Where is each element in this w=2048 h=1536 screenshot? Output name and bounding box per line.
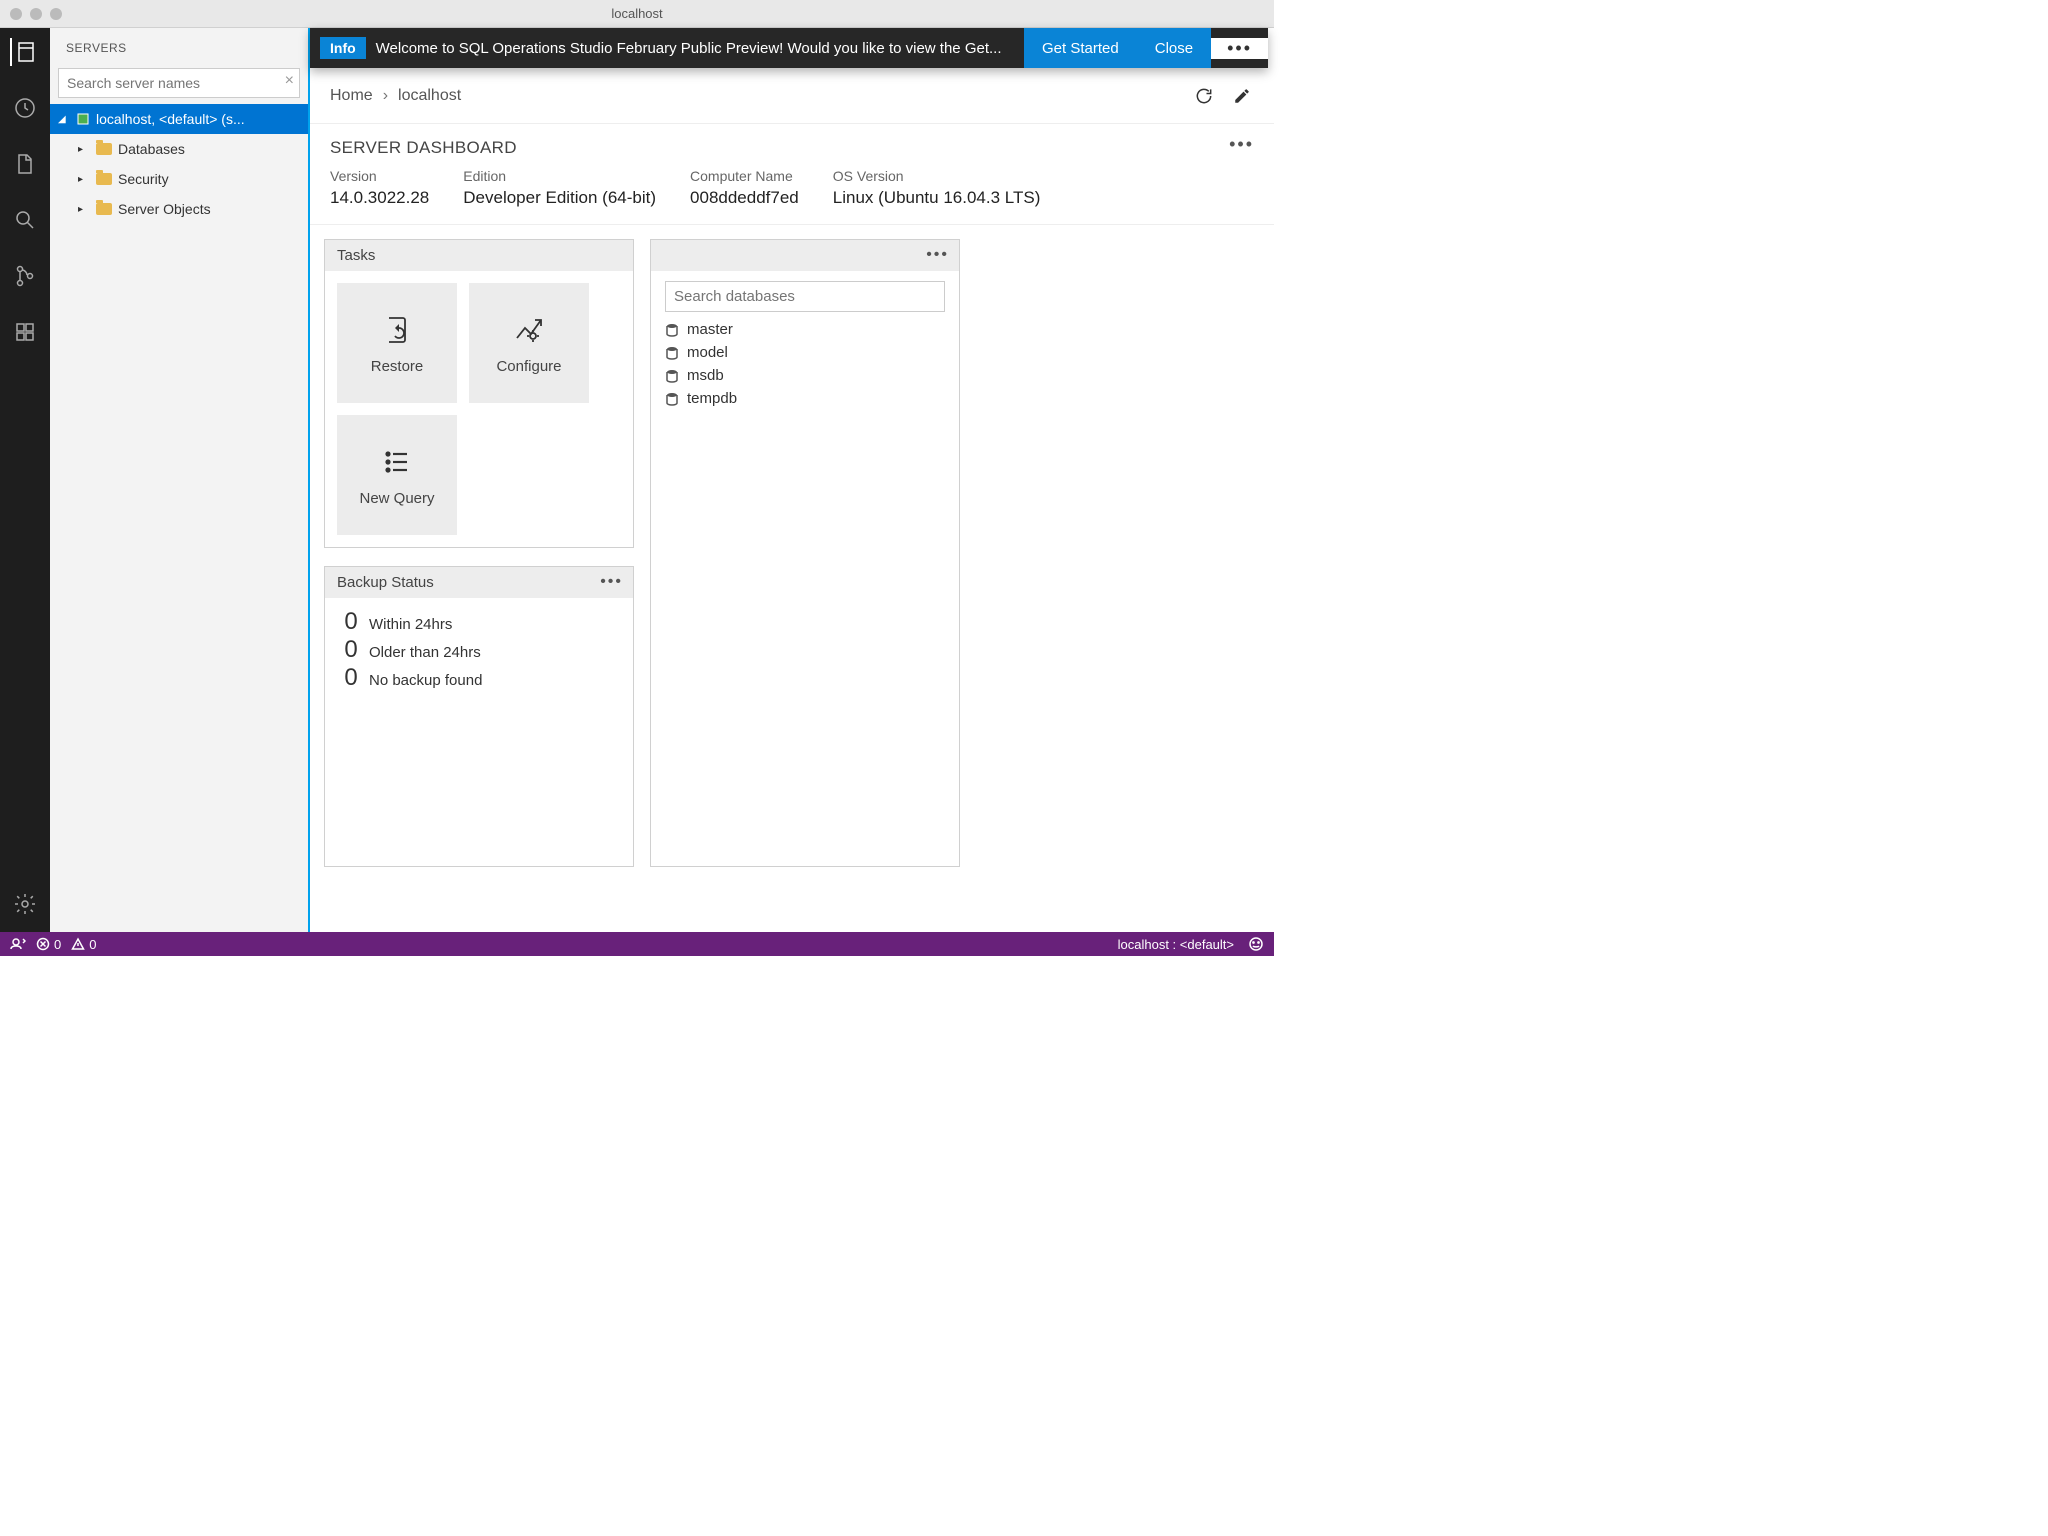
task-configure[interactable]: Configure: [469, 283, 589, 403]
edit-icon[interactable]: [1230, 84, 1254, 108]
warnings-indicator[interactable]: 0: [71, 937, 96, 952]
collapse-arrow-icon: ▸: [78, 174, 90, 185]
new-query-icon: [379, 444, 415, 480]
collapse-arrow-icon: ▸: [78, 144, 90, 155]
database-icon: [665, 392, 679, 406]
database-icon: [665, 369, 679, 383]
window-controls[interactable]: [10, 8, 62, 20]
maximize-window-icon[interactable]: [50, 8, 62, 20]
prop-computer-name: Computer Name 008ddeddf7ed: [690, 168, 799, 208]
server-icon: [76, 112, 90, 126]
dashboard-title: SERVER DASHBOARD: [330, 138, 1254, 158]
banner-more-icon[interactable]: •••: [1211, 38, 1268, 59]
server-search-input[interactable]: [58, 68, 300, 98]
minimize-window-icon[interactable]: [30, 8, 42, 20]
dashboard-more-icon[interactable]: •••: [1229, 134, 1254, 155]
close-window-icon[interactable]: [10, 8, 22, 20]
history-activity-icon[interactable]: [11, 94, 39, 122]
prop-edition: Edition Developer Edition (64-bit): [463, 168, 656, 208]
prop-version: Version 14.0.3022.28: [330, 168, 429, 208]
breadcrumb-home[interactable]: Home: [330, 87, 373, 105]
folder-icon: [96, 203, 112, 215]
tree-item-label: Databases: [118, 141, 185, 157]
connection-status[interactable]: localhost : <default>: [1118, 937, 1234, 952]
remote-indicator-icon[interactable]: [10, 936, 26, 952]
feedback-smiley-icon[interactable]: [1248, 936, 1264, 952]
databases-header: •••: [651, 240, 959, 271]
close-banner-button[interactable]: Close: [1137, 28, 1211, 68]
backup-widget: Backup Status ••• 0 Within 24hrs 0 Older…: [324, 566, 634, 867]
expand-arrow-icon: ◢: [58, 114, 70, 125]
tree-item-label: Server Objects: [118, 201, 211, 217]
servers-sidebar: SERVERS × ◢ localhost, <default> (s... ▸…: [50, 28, 310, 932]
databases-more-icon[interactable]: •••: [926, 246, 949, 264]
server-tree: ◢ localhost, <default> (s... ▸ Databases…: [50, 104, 308, 224]
errors-indicator[interactable]: 0: [36, 937, 61, 952]
source-control-activity-icon[interactable]: [11, 262, 39, 290]
task-new-query[interactable]: New Query: [337, 415, 457, 535]
search-activity-icon[interactable]: [11, 206, 39, 234]
window-title: localhost: [611, 6, 662, 21]
info-banner: Info Welcome to SQL Operations Studio Fe…: [310, 28, 1268, 68]
database-item[interactable]: msdb: [665, 364, 945, 387]
servers-activity-icon[interactable]: [10, 38, 38, 66]
get-started-button[interactable]: Get Started: [1024, 28, 1137, 68]
activity-bar: [0, 28, 50, 932]
extensions-activity-icon[interactable]: [11, 318, 39, 346]
configure-icon: [511, 312, 547, 348]
backup-row: 0 No backup found: [341, 664, 617, 692]
backup-more-icon[interactable]: •••: [600, 573, 623, 591]
database-search-input[interactable]: [665, 281, 945, 312]
backup-row: 0 Older than 24hrs: [341, 636, 617, 664]
settings-gear-icon[interactable]: [11, 890, 39, 918]
sidebar-title: SERVERS: [50, 28, 308, 68]
tree-item-server-objects[interactable]: ▸ Server Objects: [50, 194, 308, 224]
folder-icon: [96, 173, 112, 185]
tree-item-databases[interactable]: ▸ Databases: [50, 134, 308, 164]
explorer-activity-icon[interactable]: [11, 150, 39, 178]
backup-row: 0 Within 24hrs: [341, 608, 617, 636]
status-bar: 0 0 localhost : <default>: [0, 932, 1274, 956]
tree-item-security[interactable]: ▸ Security: [50, 164, 308, 194]
folder-icon: [96, 143, 112, 155]
backup-header: Backup Status •••: [325, 567, 633, 598]
tasks-header: Tasks: [325, 240, 633, 271]
tree-item-label: Security: [118, 171, 169, 187]
database-item[interactable]: master: [665, 318, 945, 341]
database-icon: [665, 346, 679, 360]
database-icon: [665, 323, 679, 337]
server-node-localhost[interactable]: ◢ localhost, <default> (s...: [50, 104, 308, 134]
banner-message: Welcome to SQL Operations Studio Februar…: [366, 40, 1024, 57]
refresh-icon[interactable]: [1192, 84, 1216, 108]
server-node-label: localhost, <default> (s...: [96, 111, 245, 127]
banner-tag: Info: [320, 37, 366, 59]
chevron-right-icon: ›: [383, 87, 388, 105]
breadcrumb-current: localhost: [398, 87, 461, 105]
database-item[interactable]: tempdb: [665, 387, 945, 410]
task-restore[interactable]: Restore: [337, 283, 457, 403]
databases-widget: ••• master model: [650, 239, 960, 867]
breadcrumb: Home › localhost: [310, 68, 1274, 124]
prop-os-version: OS Version Linux (Ubuntu 16.04.3 LTS): [833, 168, 1041, 208]
titlebar: localhost: [0, 0, 1274, 28]
restore-icon: [379, 312, 415, 348]
editor-content: Info Welcome to SQL Operations Studio Fe…: [310, 28, 1274, 932]
database-item[interactable]: model: [665, 341, 945, 364]
collapse-arrow-icon: ▸: [78, 204, 90, 215]
tasks-widget: Tasks Restore Configure: [324, 239, 634, 548]
dashboard-header: SERVER DASHBOARD ••• Version 14.0.3022.2…: [310, 124, 1274, 225]
clear-search-icon[interactable]: ×: [285, 72, 294, 90]
